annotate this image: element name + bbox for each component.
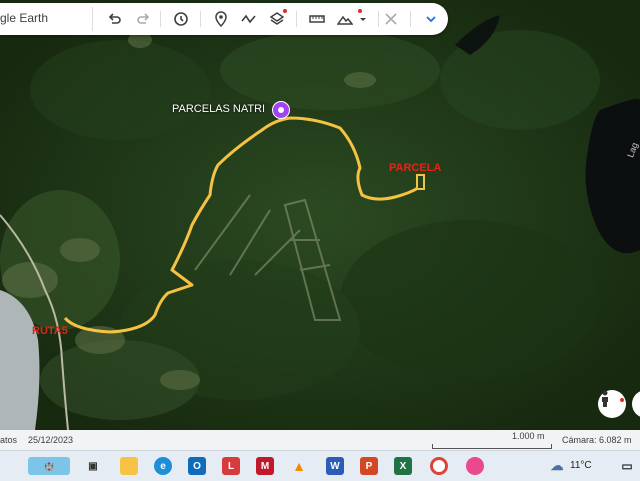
collapse-icon[interactable] [380,8,402,30]
layers-icon[interactable] [266,8,288,30]
history-icon[interactable] [170,8,192,30]
widgets-icon[interactable]: 🏰 [28,457,70,475]
powerpoint-icon[interactable]: P [360,457,378,475]
earth-toolbar: gle Earth [0,3,448,35]
placemark-icon[interactable] [210,8,232,30]
route-label[interactable]: RUTA5 [32,325,68,337]
vlc-icon[interactable]: ▲ [290,457,308,475]
pin-icon [278,107,284,113]
ruler-icon[interactable] [306,8,328,30]
search-box[interactable]: gle Earth [0,7,93,31]
imagery-date: 25/12/2023 [28,435,74,445]
path-icon[interactable] [238,8,260,30]
weather-temp[interactable]: 11°C [570,460,592,471]
placemark-label[interactable]: PARCELAS NATRI [172,103,265,115]
undo-icon[interactable] [104,8,126,30]
mcafee-icon[interactable]: M [256,457,274,475]
redo-icon[interactable] [132,8,154,30]
data-attribution: atos [0,435,18,445]
task-view-icon[interactable]: ▣ [84,457,102,475]
chevron-down-icon[interactable] [420,8,442,30]
person-icon [602,390,608,407]
scale-bar [432,444,552,449]
placemark-pin[interactable] [272,101,290,119]
tray-icon[interactable]: ▭ [618,457,636,475]
edge-icon[interactable]: e [154,457,172,475]
parcel-label[interactable]: PARCELA [389,162,441,174]
scale-label: 1.000 m [512,431,545,441]
windows-taskbar: 🏰 ▣ e O L M ▲ W P X ☁ 11°C ▭ [0,450,640,481]
photos-icon[interactable] [466,457,484,475]
pegman-button[interactable] [598,390,626,418]
file-explorer-icon[interactable] [120,457,138,475]
chrome-icon[interactable] [430,457,448,475]
l-app-icon[interactable]: L [222,457,240,475]
terrain-dropdown-icon[interactable] [352,8,374,30]
word-icon[interactable]: W [326,457,344,475]
app-title: gle Earth [0,11,49,25]
satellite-imagery [0,0,640,430]
camera-altitude: Cámara: 6.082 m [562,435,632,445]
cloud-icon: ☁ [550,458,564,473]
excel-icon[interactable]: X [394,457,412,475]
satellite-map[interactable]: PARCELAS NATRI PARCELA RUTA5 Lag [0,0,640,430]
outlook-icon[interactable]: O [188,457,206,475]
